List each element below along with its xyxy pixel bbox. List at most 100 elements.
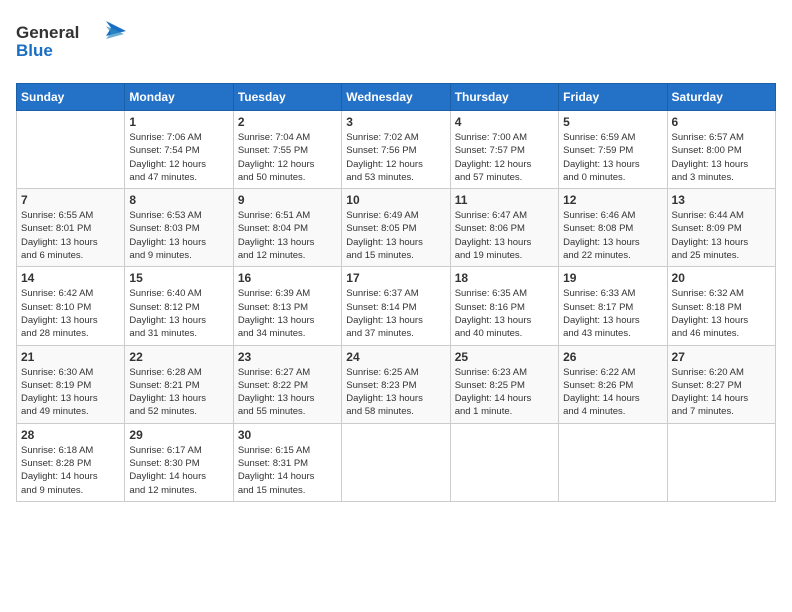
calendar-cell: 4 Sunrise: 7:00 AM Sunset: 7:57 PM Daylig… [450, 111, 558, 189]
calendar-cell: 2 Sunrise: 7:04 AM Sunset: 7:55 PM Daylig… [233, 111, 341, 189]
day-header-tuesday: Tuesday [233, 84, 341, 111]
calendar-cell: 25 Sunrise: 6:23 AM Sunset: 8:25 PM Dayli… [450, 345, 558, 423]
day-info: Sunrise: 6:51 AM Sunset: 8:04 PM Dayligh… [238, 209, 337, 262]
day-info: Sunrise: 6:20 AM Sunset: 8:27 PM Dayligh… [672, 366, 771, 419]
calendar-cell: 6 Sunrise: 6:57 AM Sunset: 8:00 PM Daylig… [667, 111, 775, 189]
day-number: 21 [21, 350, 120, 364]
day-header-friday: Friday [559, 84, 667, 111]
day-info: Sunrise: 6:46 AM Sunset: 8:08 PM Dayligh… [563, 209, 662, 262]
calendar-cell: 12 Sunrise: 6:46 AM Sunset: 8:08 PM Dayli… [559, 189, 667, 267]
day-info: Sunrise: 6:39 AM Sunset: 8:13 PM Dayligh… [238, 287, 337, 340]
day-info: Sunrise: 6:32 AM Sunset: 8:18 PM Dayligh… [672, 287, 771, 340]
day-info: Sunrise: 7:02 AM Sunset: 7:56 PM Dayligh… [346, 131, 445, 184]
svg-text:General: General [16, 23, 79, 42]
page-header: General Blue [16, 16, 776, 71]
day-info: Sunrise: 6:23 AM Sunset: 8:25 PM Dayligh… [455, 366, 554, 419]
day-info: Sunrise: 6:55 AM Sunset: 8:01 PM Dayligh… [21, 209, 120, 262]
day-info: Sunrise: 6:35 AM Sunset: 8:16 PM Dayligh… [455, 287, 554, 340]
day-info: Sunrise: 6:44 AM Sunset: 8:09 PM Dayligh… [672, 209, 771, 262]
day-info: Sunrise: 6:17 AM Sunset: 8:30 PM Dayligh… [129, 444, 228, 497]
calendar-cell: 17Sunrise: 6:37 AM Sunset: 8:14 PM Dayli… [342, 267, 450, 345]
day-info: Sunrise: 6:47 AM Sunset: 8:06 PM Dayligh… [455, 209, 554, 262]
day-info: Sunrise: 6:40 AM Sunset: 8:12 PM Dayligh… [129, 287, 228, 340]
day-info: Sunrise: 6:25 AM Sunset: 8:23 PM Dayligh… [346, 366, 445, 419]
day-number: 24 [346, 350, 445, 364]
week-row-4: 21 Sunrise: 6:30 AM Sunset: 8:19 PM Dayli… [17, 345, 776, 423]
day-info: Sunrise: 7:00 AM Sunset: 7:57 PM Dayligh… [455, 131, 554, 184]
calendar-cell: 10 Sunrise: 6:49 AM Sunset: 8:05 PM Dayli… [342, 189, 450, 267]
day-number: 10 [346, 193, 445, 207]
calendar-cell: 11 Sunrise: 6:47 AM Sunset: 8:06 PM Dayli… [450, 189, 558, 267]
day-number: 15 [129, 271, 228, 285]
day-info: Sunrise: 6:22 AM Sunset: 8:26 PM Dayligh… [563, 366, 662, 419]
day-number: 7 [21, 193, 120, 207]
day-number: 13 [672, 193, 771, 207]
calendar-cell: 7 Sunrise: 6:55 AM Sunset: 8:01 PM Daylig… [17, 189, 125, 267]
day-info: Sunrise: 7:06 AM Sunset: 7:54 PM Dayligh… [129, 131, 228, 184]
day-number: 18 [455, 271, 554, 285]
day-number: 20 [672, 271, 771, 285]
day-number: 19 [563, 271, 662, 285]
day-number: 14 [21, 271, 120, 285]
day-info: Sunrise: 6:49 AM Sunset: 8:05 PM Dayligh… [346, 209, 445, 262]
calendar-cell: 20 Sunrise: 6:32 AM Sunset: 8:18 PM Dayli… [667, 267, 775, 345]
logo: General Blue [16, 16, 126, 71]
calendar-cell: 9 Sunrise: 6:51 AM Sunset: 8:04 PM Daylig… [233, 189, 341, 267]
calendar-cell [667, 423, 775, 501]
day-header-sunday: Sunday [17, 84, 125, 111]
day-info: Sunrise: 6:57 AM Sunset: 8:00 PM Dayligh… [672, 131, 771, 184]
day-number: 1 [129, 115, 228, 129]
svg-text:Blue: Blue [16, 41, 53, 60]
day-number: 25 [455, 350, 554, 364]
week-row-2: 7 Sunrise: 6:55 AM Sunset: 8:01 PM Daylig… [17, 189, 776, 267]
calendar-cell: 8 Sunrise: 6:53 AM Sunset: 8:03 PM Daylig… [125, 189, 233, 267]
day-info: Sunrise: 6:53 AM Sunset: 8:03 PM Dayligh… [129, 209, 228, 262]
day-number: 8 [129, 193, 228, 207]
day-number: 23 [238, 350, 337, 364]
day-number: 11 [455, 193, 554, 207]
day-number: 2 [238, 115, 337, 129]
day-number: 9 [238, 193, 337, 207]
day-number: 29 [129, 428, 228, 442]
day-number: 26 [563, 350, 662, 364]
calendar-cell: 16 Sunrise: 6:39 AM Sunset: 8:13 PM Dayli… [233, 267, 341, 345]
day-info: Sunrise: 6:33 AM Sunset: 8:17 PM Dayligh… [563, 287, 662, 340]
calendar-cell: 23 Sunrise: 6:27 AM Sunset: 8:22 PM Dayli… [233, 345, 341, 423]
calendar-cell: 3 Sunrise: 7:02 AM Sunset: 7:56 PM Daylig… [342, 111, 450, 189]
week-row-3: 14 Sunrise: 6:42 AM Sunset: 8:10 PM Dayli… [17, 267, 776, 345]
calendar-cell [450, 423, 558, 501]
calendar-cell: 5 Sunrise: 6:59 AM Sunset: 7:59 PM Daylig… [559, 111, 667, 189]
calendar-cell: 1 Sunrise: 7:06 AM Sunset: 7:54 PM Daylig… [125, 111, 233, 189]
day-info: Sunrise: 7:04 AM Sunset: 7:55 PM Dayligh… [238, 131, 337, 184]
week-row-5: 28Sunrise: 6:18 AM Sunset: 8:28 PM Dayli… [17, 423, 776, 501]
calendar-cell: 28Sunrise: 6:18 AM Sunset: 8:28 PM Dayli… [17, 423, 125, 501]
day-number: 22 [129, 350, 228, 364]
calendar-cell: 24 Sunrise: 6:25 AM Sunset: 8:23 PM Dayli… [342, 345, 450, 423]
calendar-cell: 14 Sunrise: 6:42 AM Sunset: 8:10 PM Dayli… [17, 267, 125, 345]
day-info: Sunrise: 6:18 AM Sunset: 8:28 PM Dayligh… [21, 444, 120, 497]
calendar-cell: 27Sunrise: 6:20 AM Sunset: 8:27 PM Dayli… [667, 345, 775, 423]
week-row-1: 1 Sunrise: 7:06 AM Sunset: 7:54 PM Daylig… [17, 111, 776, 189]
day-number: 3 [346, 115, 445, 129]
day-number: 12 [563, 193, 662, 207]
day-number: 4 [455, 115, 554, 129]
day-info: Sunrise: 6:28 AM Sunset: 8:21 PM Dayligh… [129, 366, 228, 419]
calendar-cell [559, 423, 667, 501]
day-info: Sunrise: 6:37 AM Sunset: 8:14 PM Dayligh… [346, 287, 445, 340]
day-header-wednesday: Wednesday [342, 84, 450, 111]
day-number: 6 [672, 115, 771, 129]
day-info: Sunrise: 6:42 AM Sunset: 8:10 PM Dayligh… [21, 287, 120, 340]
calendar-cell: 29 Sunrise: 6:17 AM Sunset: 8:30 PM Dayli… [125, 423, 233, 501]
day-info: Sunrise: 6:30 AM Sunset: 8:19 PM Dayligh… [21, 366, 120, 419]
day-number: 16 [238, 271, 337, 285]
day-info: Sunrise: 6:27 AM Sunset: 8:22 PM Dayligh… [238, 366, 337, 419]
header-row: SundayMondayTuesdayWednesdayThursdayFrid… [17, 84, 776, 111]
calendar-cell: 26 Sunrise: 6:22 AM Sunset: 8:26 PM Dayli… [559, 345, 667, 423]
calendar-cell: 21 Sunrise: 6:30 AM Sunset: 8:19 PM Dayli… [17, 345, 125, 423]
calendar-cell: 19 Sunrise: 6:33 AM Sunset: 8:17 PM Dayli… [559, 267, 667, 345]
calendar-cell: 30Sunrise: 6:15 AM Sunset: 8:31 PM Dayli… [233, 423, 341, 501]
day-number: 5 [563, 115, 662, 129]
day-info: Sunrise: 6:59 AM Sunset: 7:59 PM Dayligh… [563, 131, 662, 184]
day-header-monday: Monday [125, 84, 233, 111]
day-header-thursday: Thursday [450, 84, 558, 111]
